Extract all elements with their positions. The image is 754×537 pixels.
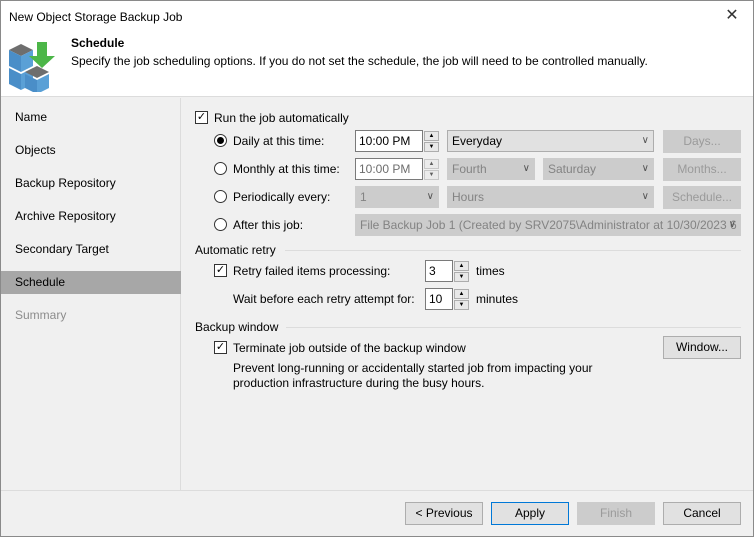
automatic-retry-heading: Automatic retry (195, 243, 276, 257)
backup-window-heading: Backup window (195, 320, 279, 334)
terminate-label: Terminate job outside of the backup wind… (233, 341, 466, 355)
title-bar: New Object Storage Backup Job ✕ (1, 1, 753, 33)
chevron-down-icon: ∨ (641, 191, 649, 202)
period-value-select: 1 ∨ (355, 186, 439, 208)
finish-button: Finish (577, 502, 655, 525)
step-backup-repository[interactable]: Backup Repository (1, 172, 181, 195)
periodically-radio[interactable] (214, 190, 227, 203)
daily-time-spinner[interactable]: ▲ ▼ (424, 130, 439, 152)
window-button[interactable]: Window... (663, 336, 741, 359)
wait-minutes-input[interactable]: 10 (425, 288, 453, 310)
step-name[interactable]: Name (1, 106, 181, 129)
step-archive-repository[interactable]: Archive Repository (1, 205, 181, 228)
run-automatically-label: Run the job automatically (214, 111, 349, 125)
monthly-time-spinner[interactable]: ▲ ▼ (424, 158, 439, 180)
chevron-down-icon: ∨ (522, 163, 530, 174)
run-automatically-checkbox[interactable]: ✓ (195, 111, 208, 124)
step-objects[interactable]: Objects (1, 139, 181, 162)
schedule-button: Schedule... (663, 186, 741, 209)
chevron-down-icon: ∨ (426, 191, 434, 202)
retry-checkbox[interactable]: ✓ (214, 264, 227, 277)
apply-button[interactable]: Apply (491, 502, 569, 525)
chevron-down-icon: ∨ (641, 163, 649, 174)
days-button: Days... (663, 130, 741, 153)
chevron-down-icon: ∨ (641, 135, 649, 146)
wizard-header: Schedule Specify the job scheduling opti… (1, 33, 753, 97)
retry-count-spinner[interactable]: ▲ ▼ (454, 260, 469, 282)
daily-days-select[interactable]: Everyday ∨ (447, 130, 654, 152)
retry-count-input[interactable]: 3 (425, 260, 453, 282)
footer-divider (1, 490, 753, 491)
divider (285, 250, 741, 251)
previous-button[interactable]: < Previous (405, 502, 483, 525)
wizard-window: New Object Storage Backup Job ✕ Schedule… (0, 0, 754, 537)
page-description: Specify the job scheduling options. If y… (71, 54, 648, 68)
monthly-day-select: Saturday ∨ (543, 158, 654, 180)
step-schedule[interactable]: Schedule (1, 271, 181, 294)
daily-radio[interactable] (214, 134, 227, 147)
monthly-label: Monthly at this time: (233, 162, 340, 176)
daily-time-input[interactable]: 10:00 PM (355, 130, 423, 152)
monthly-time-input[interactable]: 10:00 PM (355, 158, 423, 180)
terminate-checkbox[interactable]: ✓ (214, 341, 227, 354)
wait-minutes-spinner[interactable]: ▲ ▼ (454, 288, 469, 310)
step-summary: Summary (15, 308, 67, 322)
monthly-radio[interactable] (214, 162, 227, 175)
after-job-label: After this job: (233, 218, 304, 232)
page-title: Schedule (71, 36, 125, 50)
after-job-radio[interactable] (214, 218, 227, 231)
months-button: Months... (663, 158, 741, 181)
cancel-button[interactable]: Cancel (663, 502, 741, 525)
minutes-label: minutes (476, 292, 519, 306)
step-secondary-target[interactable]: Secondary Target (1, 238, 181, 261)
divider (286, 327, 741, 328)
daily-label: Daily at this time: (233, 134, 325, 148)
window-title: New Object Storage Backup Job (9, 10, 183, 24)
wait-label: Wait before each retry attempt for: (233, 292, 415, 306)
period-unit-select: Hours ∨ (447, 186, 654, 208)
periodically-label: Periodically every: (233, 190, 331, 204)
after-job-select: File Backup Job 1 (Created by SRV2075\Ad… (355, 214, 741, 236)
close-icon[interactable]: ✕ (717, 5, 747, 27)
object-storage-icon (9, 42, 55, 92)
wizard-steps: Name Objects Backup Repository Archive R… (1, 98, 181, 490)
terminate-description-1: Prevent long-running or accidentally sta… (233, 361, 593, 375)
times-label: times (476, 264, 505, 278)
monthly-week-select: Fourth ∨ (447, 158, 535, 180)
retry-label: Retry failed items processing: (233, 264, 391, 278)
chevron-down-icon: ∨ (728, 219, 736, 230)
terminate-description-2: production infrastructure during the bus… (233, 376, 485, 390)
